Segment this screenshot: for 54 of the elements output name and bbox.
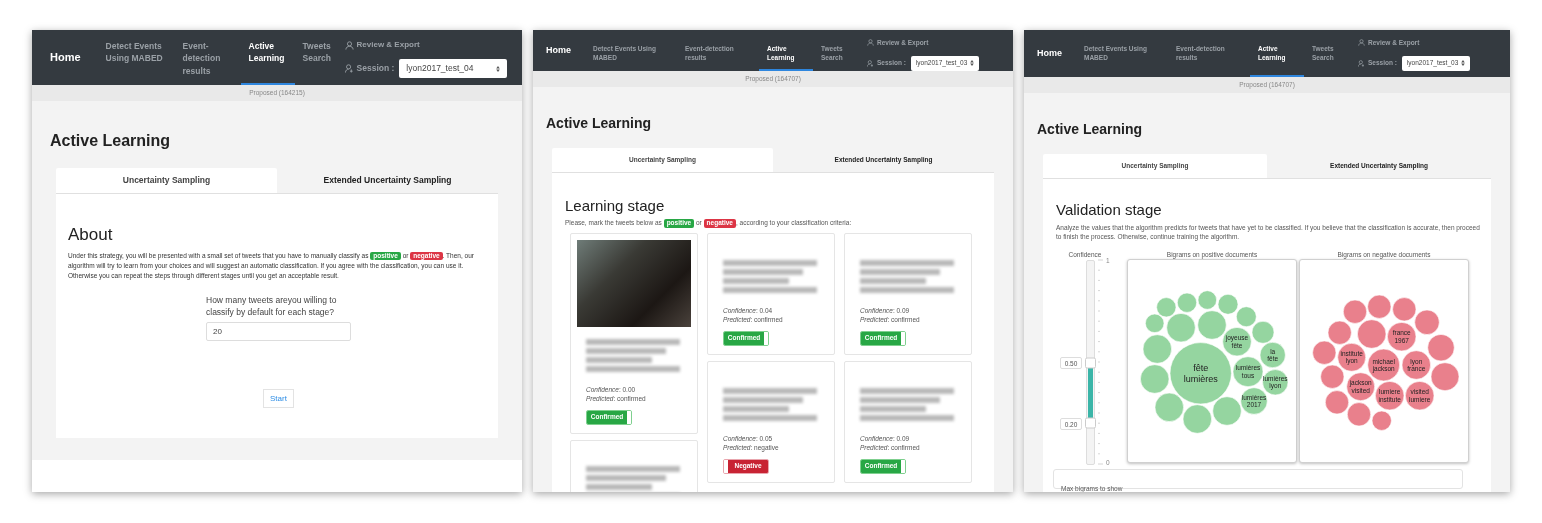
- section-title: About: [68, 224, 114, 246]
- sort-caret-icon: [969, 60, 974, 67]
- bigram-bubble: [1327, 320, 1352, 345]
- nav-link[interactable]: Event-detection results: [174, 30, 241, 85]
- session-label: Session :: [356, 62, 395, 75]
- bigram-bubble: [1156, 297, 1177, 318]
- question-label: How many tweets areyou willing to classify by default for each stage?: [206, 293, 338, 320]
- bigram-bubble: [1343, 299, 1367, 324]
- bigram-bubble: [1251, 321, 1275, 344]
- bigram-bubble: [1357, 319, 1387, 349]
- bigram-bubble: [1371, 410, 1392, 431]
- nav-link[interactable]: Detect Events Using MABED: [97, 30, 175, 85]
- user-icon: [1358, 59, 1365, 67]
- nav-link[interactable]: Tweets Search: [294, 30, 343, 85]
- tab[interactable]: Uncertainty Sampling: [56, 168, 277, 193]
- bigram-bubble: [1325, 390, 1349, 415]
- page-heading: Active Learning: [546, 113, 653, 133]
- bigram-bubble: [1312, 340, 1337, 365]
- slider-handle[interactable]: [1085, 417, 1096, 429]
- bigram-bubble: [1182, 404, 1212, 434]
- bigram-bubble: [1347, 402, 1371, 427]
- user-icon: [867, 59, 874, 67]
- user-icon: [867, 39, 874, 47]
- number-input-field[interactable]: 20: [206, 322, 351, 342]
- tab[interactable]: Extended Uncertainty Sampling: [277, 168, 498, 193]
- start-button[interactable]: Start: [263, 389, 294, 409]
- bigram-bubble: [1320, 364, 1345, 389]
- user-icon: [1358, 39, 1365, 47]
- slider-handle[interactable]: [1085, 357, 1096, 368]
- bigram-bubble: [1392, 297, 1417, 322]
- home-link[interactable]: Home: [546, 43, 571, 58]
- page-heading: Active Learning: [1037, 120, 1144, 139]
- user-icon: [344, 64, 354, 73]
- bigram-bubble: [1154, 392, 1184, 422]
- bigram-bubble: [1212, 396, 1242, 426]
- bigram-bubble: [1430, 362, 1460, 391]
- section-title: Validation stage: [1056, 200, 1163, 220]
- bigram-bubble: [1140, 364, 1170, 394]
- bigram-bubble: [1367, 294, 1392, 319]
- bigram-bubble: [1236, 306, 1257, 327]
- section-title: Learning stage: [565, 195, 666, 216]
- slider-track[interactable]: [1086, 260, 1095, 465]
- user-icon: [344, 40, 354, 50]
- bigram-bubble: [1217, 294, 1239, 315]
- session-select[interactable]: lyon2017_test_04: [399, 59, 508, 78]
- page-heading: Active Learning: [50, 131, 172, 151]
- sort-caret-icon: [496, 65, 501, 72]
- review-export-link[interactable]: Review & Export: [356, 39, 420, 51]
- bigram-bubble: [1427, 334, 1455, 362]
- home-link[interactable]: Home: [1037, 46, 1062, 61]
- bigram-bubble: fête lumières: [1169, 342, 1232, 405]
- bigram-bubble: [1414, 309, 1440, 335]
- sort-caret-icon: [1460, 60, 1465, 67]
- home-link[interactable]: Home: [50, 49, 81, 66]
